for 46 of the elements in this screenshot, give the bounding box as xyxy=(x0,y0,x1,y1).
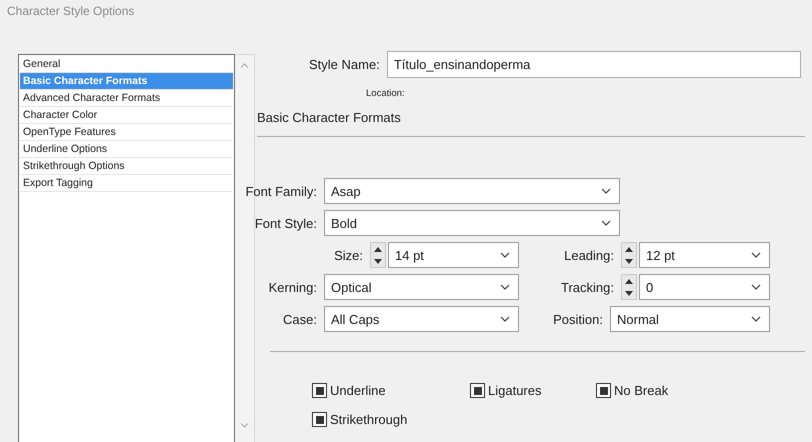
section-title: Basic Character Formats xyxy=(257,110,402,125)
style-name-field[interactable]: Título_ensinandoperma xyxy=(386,51,801,78)
chevron-down-icon xyxy=(500,316,510,322)
dropdown[interactable]: Bold xyxy=(324,210,620,236)
field-label: Font Style: xyxy=(254,216,317,230)
field-label: Position: xyxy=(553,312,603,326)
style-name-label: Style Name: xyxy=(309,57,380,72)
chevron-down-icon xyxy=(500,252,510,258)
chevron-down-icon xyxy=(751,284,761,290)
checkbox[interactable] xyxy=(470,383,485,398)
list-item[interactable]: Strikethrough Options xyxy=(20,158,233,175)
field-label: Leading: xyxy=(564,248,614,262)
field-label: Tracking: xyxy=(561,280,614,294)
dropdown[interactable]: 14 pt xyxy=(388,242,519,268)
field-label: Size: xyxy=(334,248,363,262)
field-label: Font Family: xyxy=(245,184,317,198)
spinner-buttons[interactable] xyxy=(621,242,637,268)
dropdown[interactable]: 0 xyxy=(639,274,770,300)
list-item[interactable]: Underline Options xyxy=(20,141,233,158)
dropdown[interactable]: 12 pt xyxy=(639,242,770,268)
checkbox-label: Strikethrough xyxy=(330,412,408,427)
field-label: Case: xyxy=(283,312,317,326)
checkbox-label: Underline xyxy=(330,383,386,398)
chevron-down-icon xyxy=(500,284,510,290)
checkbox-label: Ligatures xyxy=(488,383,542,398)
checkbox[interactable] xyxy=(312,412,327,427)
location-label: Location: xyxy=(365,87,406,101)
list-item[interactable]: Advanced Character Formats xyxy=(20,90,233,107)
checkbox[interactable] xyxy=(596,383,611,398)
dropdown[interactable]: Asap xyxy=(324,178,620,204)
dropdown[interactable]: Normal xyxy=(610,306,770,332)
chevron-down-icon xyxy=(751,316,761,322)
window-title: Character Style Options xyxy=(6,3,136,20)
field-label: Kerning: xyxy=(268,280,317,294)
chevron-down-icon xyxy=(601,220,611,226)
list-item[interactable]: Character Color xyxy=(20,107,233,124)
chevron-down-icon xyxy=(751,252,761,258)
list-item[interactable]: Export Tagging xyxy=(20,175,233,192)
list-item[interactable]: OpenType Features xyxy=(20,124,233,141)
checkbox[interactable] xyxy=(312,383,327,398)
spinner-buttons[interactable] xyxy=(370,242,386,268)
spinner-buttons[interactable] xyxy=(621,274,637,300)
chevron-down-icon xyxy=(601,188,611,194)
checkbox-label: No Break xyxy=(614,383,668,398)
dropdown[interactable]: All Caps xyxy=(324,306,519,332)
dropdown[interactable]: Optical xyxy=(324,274,519,300)
